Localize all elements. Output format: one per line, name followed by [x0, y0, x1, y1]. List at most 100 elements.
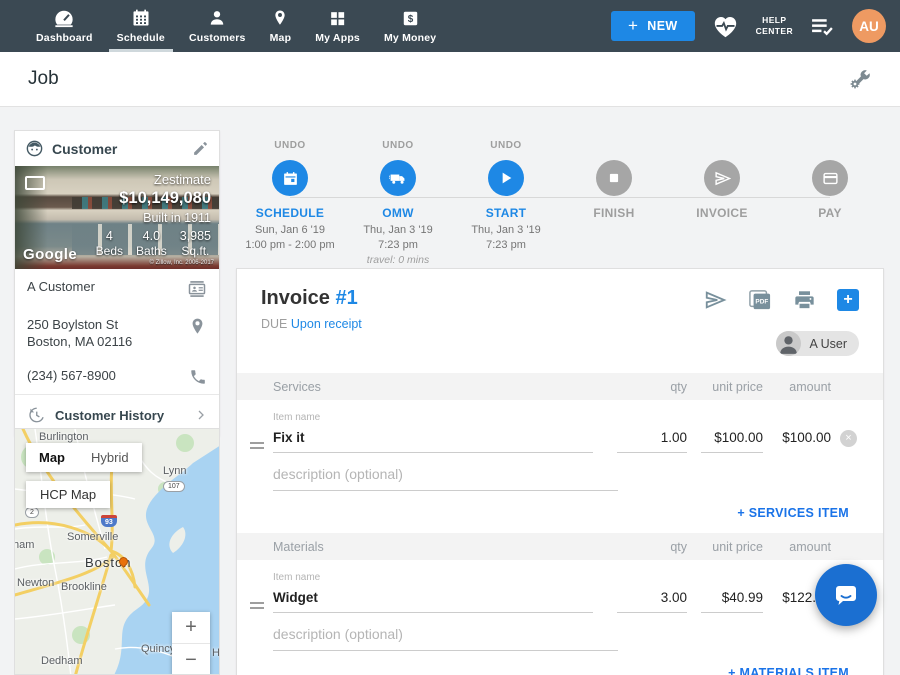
invoice-header: Invoice #1 DUE Upon receipt PDF + A User: [237, 269, 883, 373]
new-button-label: NEW: [647, 19, 677, 33]
step-pay: PAY: [776, 140, 884, 268]
material-unit-price-input[interactable]: [701, 585, 763, 613]
nav-item-my-apps[interactable]: My Apps: [303, 0, 372, 52]
invoice-due-row: DUE Upon receipt: [261, 317, 859, 331]
due-label: DUE: [261, 317, 287, 331]
sqft-label: Sq.ft.: [180, 244, 211, 258]
list-check-icon[interactable]: [810, 16, 835, 37]
step-label: FINISH: [560, 206, 668, 220]
customer-address-row: 250 Boylston St Boston, MA 02116: [15, 307, 219, 358]
map-label-brookline: Brookline: [61, 581, 107, 593]
delete-service-item-button[interactable]: ×: [840, 430, 857, 447]
messenger-bubble-icon: [831, 580, 861, 610]
add-materials-item-link[interactable]: + MATERIALS ITEM: [237, 651, 883, 675]
nav-item-schedule[interactable]: Schedule: [105, 0, 177, 52]
help-center-link[interactable]: HELP CENTER: [756, 15, 793, 36]
nav-item-my-money[interactable]: $ My Money: [372, 0, 448, 52]
customer-phone: (234) 567-8900: [27, 367, 116, 384]
chat-launcher-button[interactable]: [815, 564, 877, 626]
svg-text:PDF: PDF: [755, 299, 768, 306]
step-date: Sun, Jan 6 '191:00 pm - 2:00 pm: [236, 223, 344, 253]
google-logo: Google: [23, 246, 77, 263]
baths-label: Baths: [136, 244, 167, 258]
step-date: Thu, Jan 3 '197:23 pm: [344, 223, 452, 253]
undo-spacer: [776, 140, 884, 154]
calendar-icon: [131, 8, 151, 28]
step-invoice-circle[interactable]: [704, 160, 740, 196]
pencil-icon[interactable]: [192, 140, 209, 157]
item-name-label: Item name: [273, 412, 593, 423]
title-bar: Job: [0, 52, 900, 107]
phone-icon: [189, 368, 207, 386]
invoice-card: Invoice #1 DUE Upon receipt PDF + A User…: [236, 268, 884, 675]
zoom-in-button[interactable]: +: [172, 612, 210, 644]
customer-card: Customer Zestimate $10,149,080 Built in …: [14, 130, 220, 436]
step-schedule-circle[interactable]: [272, 160, 308, 196]
add-services-item-link[interactable]: + SERVICES ITEM: [237, 491, 883, 533]
map-zoom-control: + −: [172, 612, 210, 675]
service-qty-input[interactable]: [617, 425, 687, 453]
material-qty-input[interactable]: [617, 585, 687, 613]
avatar[interactable]: AU: [852, 9, 886, 43]
new-button[interactable]: + NEW: [611, 11, 695, 41]
send-icon[interactable]: [703, 289, 727, 311]
map-type-map-button[interactable]: Map: [26, 443, 78, 472]
service-description-input[interactable]: [273, 461, 618, 491]
assignee-chip[interactable]: A User: [776, 331, 859, 356]
route-2-shield: 2: [25, 507, 39, 518]
service-item-name-input[interactable]: [273, 425, 593, 453]
drag-handle-icon[interactable]: [250, 442, 264, 452]
add-invoice-button[interactable]: +: [837, 289, 859, 311]
undo-schedule-button[interactable]: UNDO: [236, 140, 344, 154]
undo-omw-button[interactable]: UNDO: [344, 140, 452, 154]
print-icon[interactable]: [793, 289, 816, 311]
step-finish-circle[interactable]: [596, 160, 632, 196]
nav-label: Customers: [189, 32, 246, 44]
zestimate-label: Zestimate: [96, 172, 211, 187]
map-label-ham: ham: [14, 539, 34, 551]
apps-grid-icon: [328, 9, 347, 28]
heart-pulse-icon[interactable]: [712, 14, 739, 39]
amount-column-header: amount: [763, 540, 831, 554]
pdf-icon[interactable]: PDF: [748, 289, 772, 311]
nav-label: Schedule: [117, 32, 165, 44]
drag-handle-icon[interactable]: [250, 602, 264, 612]
assignee-name: A User: [809, 337, 847, 351]
invoice-number: #1: [335, 287, 357, 309]
due-value-link[interactable]: Upon receipt: [291, 317, 362, 331]
step-pay-circle[interactable]: [812, 160, 848, 196]
step-omw-circle[interactable]: [380, 160, 416, 196]
person-icon: [207, 8, 227, 28]
undo-start-button[interactable]: UNDO: [452, 140, 560, 154]
address-line2: Boston, MA 02116: [27, 334, 132, 349]
nav-label: My Apps: [315, 32, 360, 44]
step-label: INVOICE: [668, 206, 776, 220]
route-107-shield: 107: [163, 481, 185, 492]
zoom-out-button[interactable]: −: [172, 644, 210, 675]
step-finish: FINISH: [560, 140, 668, 268]
nav-item-map[interactable]: Map: [258, 0, 304, 52]
material-description-input[interactable]: [273, 621, 618, 651]
chevron-right-icon: [195, 409, 207, 421]
nav-item-dashboard[interactable]: Dashboard: [24, 0, 105, 52]
beds-label: Beds: [96, 244, 123, 258]
map-widget[interactable]: Burlington Lynn ham Somerville Boston Ne…: [14, 428, 220, 675]
nav-item-customers[interactable]: Customers: [177, 0, 258, 52]
material-item-name-input[interactable]: [273, 585, 593, 613]
step-label: SCHEDULE: [236, 206, 344, 220]
page-content: Customer Zestimate $10,149,080 Built in …: [0, 107, 900, 675]
nav-label: Map: [270, 32, 292, 44]
help-center-line1: HELP: [756, 15, 793, 26]
wrench-gear-icon[interactable]: [848, 67, 872, 91]
step-start: UNDO START Thu, Jan 3 '197:23 pm: [452, 140, 560, 268]
step-start-circle[interactable]: [488, 160, 524, 196]
street-frame-icon: [25, 176, 45, 190]
map-label-hi: Hi: [212, 647, 220, 659]
dollar-icon: $: [401, 9, 420, 28]
undo-spacer: [668, 140, 776, 154]
map-type-hybrid-button[interactable]: Hybrid: [78, 443, 142, 472]
hcp-map-button[interactable]: HCP Map: [26, 481, 110, 508]
service-unit-price-input[interactable]: [701, 425, 763, 453]
qty-column-header: qty: [617, 540, 687, 554]
address-line1: 250 Boylston St: [27, 317, 118, 332]
